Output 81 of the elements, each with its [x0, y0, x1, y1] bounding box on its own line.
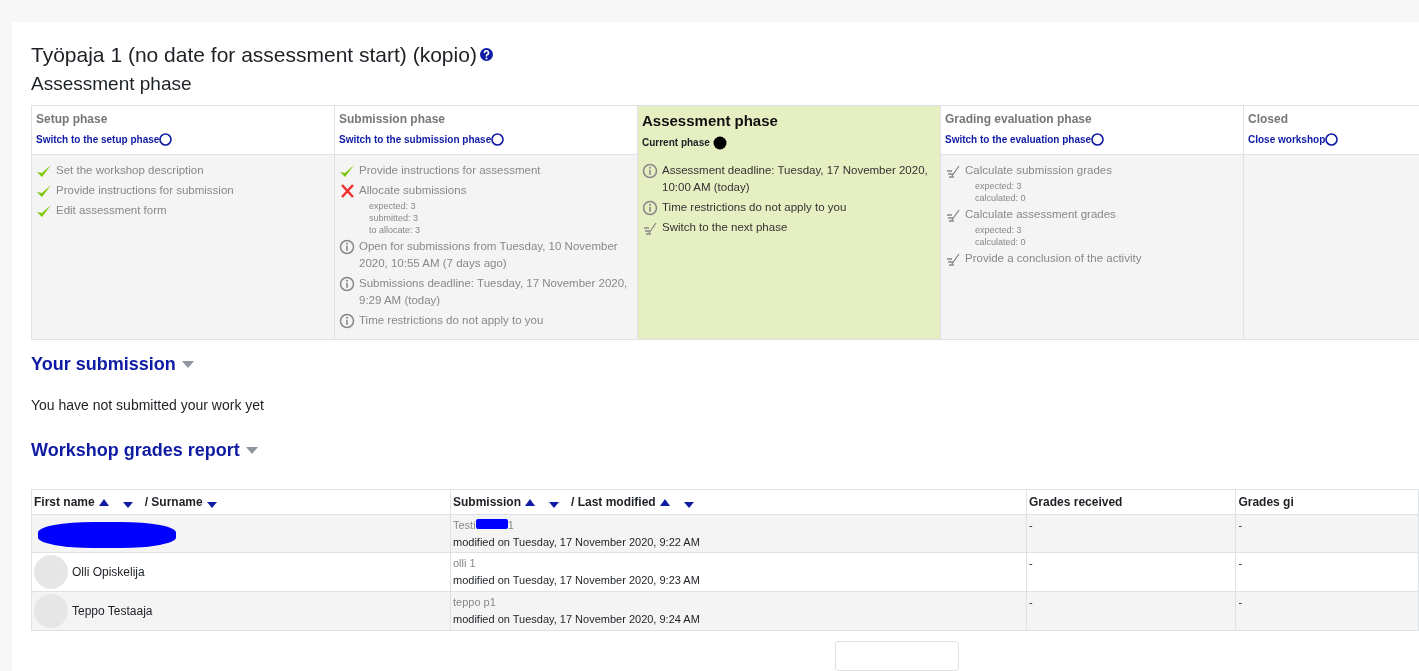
switch-phase-link[interactable]: Switch to the submission phase — [339, 132, 505, 147]
task-text: Switch to the next phase — [662, 220, 788, 235]
pending-check-icon — [945, 207, 961, 223]
avatar-placeholder — [34, 555, 68, 590]
partial-button[interactable] — [835, 641, 959, 671]
task-detail: to allocate: 3 — [369, 224, 422, 236]
phase-name: Submission phase — [339, 111, 447, 128]
phase-name: Closed — [1248, 111, 1289, 128]
info-icon — [642, 200, 658, 216]
task-text: Time restrictions do not apply to you — [662, 200, 847, 215]
task-detail: submitted: 3 — [369, 212, 420, 224]
circle-icon — [491, 133, 505, 146]
dot-icon — [712, 136, 727, 150]
submission-title: teppo p1 — [453, 596, 496, 609]
column-header: First name — [34, 494, 95, 512]
column-header: Grades received — [1029, 494, 1123, 512]
pending-check-icon — [642, 220, 658, 236]
pending-check-icon — [945, 163, 961, 179]
task-text: Provide instructions for assessment — [359, 163, 541, 178]
modified-date: modified on Tuesday, 17 November 2020, 9:24 AM — [453, 611, 701, 627]
grade-value: - — [1029, 519, 1033, 532]
modified-date: modified on Tuesday, 17 November 2020, 9:23 AM — [453, 572, 701, 588]
page-title: Työpaja 1 (no date for assessment start) (kopio) — [31, 42, 477, 68]
current-phase-label: Current phase — [642, 136, 710, 151]
user-name: Teppo Testaaja — [72, 603, 153, 621]
check-icon — [36, 163, 52, 179]
switch-phase-link[interactable]: Switch to the setup phase — [36, 132, 173, 147]
task-text: Assessment deadline: Tuesday, 17 November 2020, 10:00 AM (today) — [662, 163, 929, 195]
task-text: Submissions deadline: Tuesday, 17 November 2020, 9:29 AM (today) — [359, 276, 629, 308]
check-icon — [339, 163, 355, 179]
task-text: Calculate assessment grades — [965, 207, 1116, 222]
circle-icon — [1325, 133, 1339, 146]
task-detail: expected: 3 — [975, 180, 1023, 192]
column-header: Grades gi — [1238, 494, 1294, 512]
status-text: You have not submitted your work yet — [31, 395, 265, 415]
info-icon — [339, 313, 355, 329]
switch-phase-link[interactable]: Switch to the evaluation phase — [945, 132, 1105, 147]
task-text: Provide a conclusion of the activity — [965, 251, 1142, 266]
grade-value: - — [1238, 519, 1243, 532]
submission-title: 1 — [507, 519, 514, 532]
modified-date: modified on Tuesday, 17 November 2020, 9:22 AM — [453, 534, 701, 550]
task-text: Open for submissions from Tuesday, 10 November 2020, 10:55 AM (7 days ago) — [359, 239, 619, 271]
section-heading: Workshop grades report — [31, 439, 240, 462]
switch-phase-link[interactable]: Close workshop — [1248, 132, 1339, 147]
task-text: Calculate submission grades — [965, 163, 1113, 178]
circle-icon — [1091, 133, 1105, 146]
section-heading: Your submission — [31, 354, 176, 376]
task-text: Time restrictions do not apply to you — [359, 313, 544, 328]
info-icon — [642, 163, 658, 179]
task-detail: expected: 3 — [369, 200, 417, 212]
check-icon — [36, 203, 52, 219]
task-detail: calculated: 0 — [975, 236, 1027, 248]
column-header: Submission — [453, 494, 521, 512]
phase-name: Setup phase — [36, 111, 109, 128]
grade-value: - — [1238, 596, 1243, 609]
check-icon — [36, 183, 52, 199]
phase-name: Assessment phase — [642, 111, 779, 131]
task-detail: calculated: 0 — [975, 192, 1027, 204]
column-header: / Last modified — [571, 494, 656, 512]
grade-value: - — [1238, 557, 1243, 570]
task-text: Provide instructions for submission — [56, 183, 234, 198]
task-text: Set the workshop description — [56, 163, 204, 178]
user-name: Olli Opiskelija — [72, 564, 145, 582]
collapse-caret-icon — [245, 446, 258, 454]
help-icon — [479, 48, 493, 62]
circle-icon — [159, 133, 173, 146]
grade-value: - — [1029, 557, 1033, 570]
collapse-caret-icon — [181, 361, 194, 369]
info-icon — [339, 239, 355, 255]
task-text: Allocate submissions — [359, 183, 467, 198]
cross-icon — [339, 183, 355, 199]
phase-heading: Assessment phase — [31, 73, 193, 96]
task-detail: expected: 3 — [975, 224, 1023, 236]
grade-value: - — [1029, 596, 1033, 609]
column-header: / Surname — [144, 494, 203, 512]
submission-title: olli 1 — [453, 557, 476, 570]
info-icon — [339, 276, 355, 292]
task-text: Edit assessment form — [56, 203, 167, 218]
phase-name: Grading evaluation phase — [945, 111, 1093, 128]
pending-check-icon — [945, 251, 961, 267]
submission-title: Testi — [453, 519, 476, 532]
